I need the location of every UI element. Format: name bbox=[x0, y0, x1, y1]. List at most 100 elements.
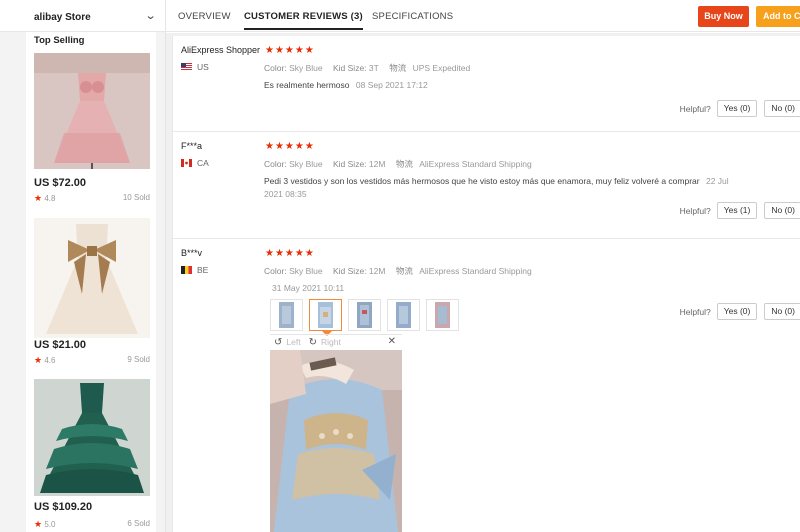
helpful-no-button[interactable]: No (0) bbox=[764, 100, 800, 117]
rotate-left-icon[interactable]: ↺ bbox=[274, 337, 282, 348]
size-value: 12M bbox=[368, 159, 386, 169]
reviewer-country: BE bbox=[181, 265, 208, 275]
helpful-controls: Helpful? Yes (1) No (0) bbox=[680, 202, 800, 219]
top-selling-heading: Top Selling bbox=[34, 35, 85, 46]
rating-stars: ★★★★★ bbox=[265, 141, 315, 152]
tab-customer-reviews[interactable]: CUSTOMER REVIEWS (3) bbox=[244, 11, 363, 30]
photo-viewer-toolbar: ↺ Left ↻ Right ✕ bbox=[270, 334, 402, 349]
product-card[interactable]: US $21.00 ★ 4.6 9 Sold bbox=[26, 210, 156, 372]
size-label: Kid Size: bbox=[332, 159, 367, 169]
close-icon[interactable]: ✕ bbox=[388, 336, 396, 347]
color-label: Color: bbox=[264, 266, 287, 276]
shipping-value: AliExpress Standard Shipping bbox=[419, 266, 532, 276]
country-code: US bbox=[197, 62, 209, 72]
ca-flag-icon bbox=[181, 159, 192, 167]
reviews-panel: AliExpress Shopper US ★★★★★ Color: Sky B… bbox=[166, 33, 800, 532]
review-list: AliExpress Shopper US ★★★★★ Color: Sky B… bbox=[172, 36, 800, 532]
product-rating: ★ 4.6 9 Sold bbox=[34, 355, 150, 366]
helpful-no-button[interactable]: No (0) bbox=[764, 303, 800, 320]
review-photo-enlarged[interactable] bbox=[270, 350, 402, 532]
review-item: F***a CA ★★★★★ Color: Sky Blue Kid Size:… bbox=[173, 132, 800, 239]
product-card[interactable]: Top Selling US $72.00 ★ 4.8 10 Sold bbox=[26, 32, 156, 210]
review-photo-thumbnail[interactable] bbox=[348, 299, 381, 331]
review-meta: Color: Sky Blue Kid Size: 12M 物流 AliExpr… bbox=[264, 158, 540, 170]
product-image-green-dress[interactable] bbox=[34, 379, 150, 496]
helpful-label: Helpful? bbox=[679, 306, 711, 317]
buy-now-button[interactable]: Buy Now bbox=[698, 6, 749, 27]
reviewer-name: F***a bbox=[181, 141, 203, 151]
rotate-left-label[interactable]: Left bbox=[286, 337, 300, 347]
size-label: Kid Size: bbox=[332, 63, 367, 73]
product-rating: ★ 4.8 10 Sold bbox=[34, 193, 150, 204]
review-photo-thumbnail[interactable] bbox=[387, 299, 420, 331]
review-meta: Color: Sky Blue Kid Size: 3T 物流 UPS Expe… bbox=[264, 62, 478, 74]
product-image-pink-dress[interactable] bbox=[34, 53, 150, 169]
size-value: 12M bbox=[368, 266, 386, 276]
review-date: 31 May 2021 10:11 bbox=[272, 283, 345, 293]
helpful-label: Helpful? bbox=[679, 103, 711, 114]
rating-stars: ★★★★★ bbox=[265, 248, 315, 259]
shipping-value: AliExpress Standard Shipping bbox=[419, 159, 532, 169]
tab-overview[interactable]: OVERVIEW bbox=[178, 11, 231, 22]
helpful-yes-button[interactable]: Yes (0) bbox=[716, 303, 758, 320]
add-to-cart-button[interactable]: Add to Cart bbox=[756, 6, 800, 27]
review-date: 08 Sep 2021 17:12 bbox=[355, 80, 428, 90]
chevron-down-icon[interactable]: ⌄ bbox=[145, 9, 157, 22]
review-photo-thumbnail-selected[interactable] bbox=[309, 299, 342, 336]
country-code: BE bbox=[197, 265, 209, 275]
review-photo-thumbnails bbox=[270, 299, 465, 336]
shipping-label: 物流 bbox=[395, 159, 413, 169]
color-value: Sky Blue bbox=[289, 63, 323, 73]
review-body: Pedi 3 vestidos y son los vestidos más h… bbox=[264, 176, 700, 186]
product-price: US $72.00 bbox=[34, 177, 86, 189]
product-price: US $21.00 bbox=[34, 339, 86, 351]
sold-count: 9 Sold bbox=[127, 355, 150, 364]
review-item: B***v BE ★★★★★ Color: Sky Blue Kid Size:… bbox=[173, 239, 800, 532]
rating-stars: ★★★★★ bbox=[265, 45, 315, 56]
store-name[interactable]: alibay Store bbox=[34, 12, 91, 23]
be-flag-icon bbox=[181, 266, 192, 274]
helpful-yes-button[interactable]: Yes (1) bbox=[716, 202, 758, 219]
size-value: 3T bbox=[368, 63, 379, 73]
sold-count: 6 Sold bbox=[127, 519, 150, 528]
helpful-controls: Helpful? Yes (0) No (0) bbox=[680, 303, 800, 320]
star-icon: ★ bbox=[34, 355, 43, 365]
product-price: US $109.20 bbox=[34, 501, 93, 513]
review-photo-thumbnail[interactable] bbox=[270, 299, 303, 331]
shipping-label: 物流 bbox=[389, 63, 407, 73]
review-photo-thumbnail[interactable] bbox=[426, 299, 459, 331]
product-tabs: OVERVIEW CUSTOMER REVIEWS (3) SPECIFICAT… bbox=[166, 0, 800, 32]
review-text: Es realmente hermoso 08 Sep 2021 17:12 bbox=[264, 79, 428, 92]
product-image-champagne-dress[interactable] bbox=[34, 218, 150, 338]
country-code: CA bbox=[197, 158, 209, 168]
star-icon: ★ bbox=[34, 519, 43, 529]
rotate-right-icon[interactable]: ↻ bbox=[309, 337, 317, 348]
review-item: AliExpress Shopper US ★★★★★ Color: Sky B… bbox=[173, 36, 800, 132]
tab-specifications[interactable]: SPECIFICATIONS bbox=[372, 11, 453, 22]
shipping-label: 物流 bbox=[395, 266, 413, 276]
shipping-value: UPS Expedited bbox=[412, 63, 471, 73]
color-label: Color: bbox=[264, 63, 287, 73]
helpful-label: Helpful? bbox=[679, 205, 711, 216]
store-selector[interactable]: alibay Store ⌄ bbox=[0, 0, 165, 32]
review-text: Pedi 3 vestidos y son los vestidos más h… bbox=[264, 175, 744, 201]
product-rating: ★ 5.0 6 Sold bbox=[34, 519, 150, 530]
star-icon: ★ bbox=[34, 193, 43, 203]
reviewer-country: CA bbox=[181, 158, 209, 168]
rating-value: 4.6 bbox=[44, 356, 56, 365]
helpful-no-button[interactable]: No (0) bbox=[764, 202, 800, 219]
color-label: Color: bbox=[264, 159, 287, 169]
color-value: Sky Blue bbox=[289, 266, 323, 276]
reviewer-name: B***v bbox=[181, 248, 203, 258]
rating-value: 4.8 bbox=[44, 194, 56, 203]
product-card[interactable]: US $109.20 ★ 5.0 6 Sold bbox=[26, 372, 156, 532]
rotate-right-label[interactable]: Right bbox=[321, 337, 341, 347]
color-value: Sky Blue bbox=[289, 159, 323, 169]
store-sidebar: alibay Store ⌄ Top Selling US $72.00 ★ 4… bbox=[0, 0, 166, 532]
sold-count: 10 Sold bbox=[122, 193, 150, 202]
size-label: Kid Size: bbox=[332, 266, 367, 276]
review-meta: Color: Sky Blue Kid Size: 12M 物流 AliExpr… bbox=[264, 265, 540, 277]
helpful-controls: Helpful? Yes (0) No (0) bbox=[680, 100, 800, 117]
helpful-yes-button[interactable]: Yes (0) bbox=[716, 100, 758, 117]
us-flag-icon bbox=[181, 63, 192, 71]
